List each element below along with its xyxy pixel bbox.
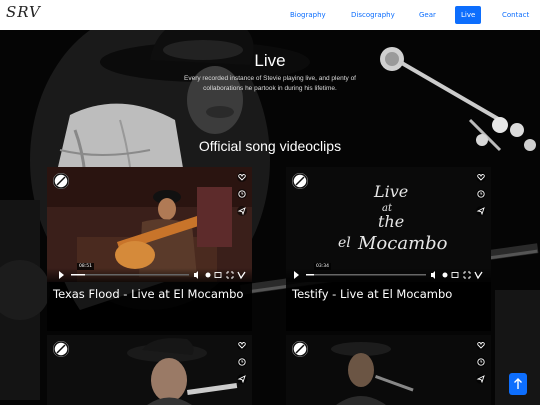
settings-icon[interactable] xyxy=(442,272,448,278)
player-controls xyxy=(47,268,252,282)
vimeo-icon[interactable] xyxy=(474,271,483,280)
video-player[interactable] xyxy=(286,335,491,405)
settings-icon[interactable] xyxy=(205,272,211,278)
video-thumbnail xyxy=(286,335,491,405)
heart-icon[interactable] xyxy=(237,172,247,182)
video-title[interactable]: Texas Flood - Live at El Mocambo xyxy=(53,287,248,303)
share-icon[interactable] xyxy=(476,374,486,384)
clock-icon[interactable] xyxy=(476,189,486,199)
back-to-top-button[interactable] xyxy=(509,373,527,395)
pip-icon[interactable] xyxy=(214,272,222,278)
fullscreen-icon[interactable] xyxy=(226,271,234,279)
clock-icon[interactable] xyxy=(237,357,247,367)
heart-icon[interactable] xyxy=(476,172,486,182)
fullscreen-icon[interactable] xyxy=(463,271,471,279)
svg-text:the: the xyxy=(378,212,404,231)
pip-icon[interactable] xyxy=(451,272,459,278)
clock-icon[interactable] xyxy=(237,189,247,199)
progress-bar[interactable] xyxy=(306,274,426,276)
share-icon[interactable] xyxy=(476,206,486,216)
play-icon[interactable] xyxy=(294,271,299,279)
channel-logo-icon[interactable] xyxy=(292,173,308,189)
volume-icon[interactable] xyxy=(194,271,198,279)
page: SRV Biography Discography Gear Live Cont… xyxy=(0,0,540,405)
svg-text:Mocambo: Mocambo xyxy=(357,233,448,254)
section-title: Official song videoclips xyxy=(198,138,342,154)
share-icon[interactable] xyxy=(237,374,247,384)
brand-logo[interactable]: SRV xyxy=(6,3,41,21)
vimeo-icon[interactable] xyxy=(237,271,246,280)
player-controls xyxy=(286,268,491,282)
nav-link-contact[interactable]: Contact xyxy=(497,6,534,24)
nav-link-gear[interactable]: Gear xyxy=(414,6,441,24)
page-title: Live xyxy=(254,51,286,70)
video-card xyxy=(286,335,491,405)
svg-text:el: el xyxy=(338,235,351,251)
volume-icon[interactable] xyxy=(431,271,435,279)
channel-logo-icon[interactable] xyxy=(53,173,69,189)
video-card: Live at the el Mocambo 03:34 Testify - L… xyxy=(286,167,491,331)
video-player[interactable]: 08:51 xyxy=(47,167,252,282)
share-icon[interactable] xyxy=(237,206,247,216)
nav-link-biography[interactable]: Biography xyxy=(285,6,331,24)
heart-icon[interactable] xyxy=(476,340,486,350)
page-subtitle: Every recorded instance of Stevie playin… xyxy=(184,75,356,93)
clock-icon[interactable] xyxy=(476,357,486,367)
video-thumbnail xyxy=(47,335,252,405)
nav-link-discography[interactable]: Discography xyxy=(346,6,400,24)
video-card xyxy=(47,335,252,405)
heart-icon[interactable] xyxy=(237,340,247,350)
navbar: SRV Biography Discography Gear Live Cont… xyxy=(0,0,540,30)
video-card: 08:51 Texas Flood - Live at El Mocambo xyxy=(47,167,252,331)
progress-bar[interactable] xyxy=(71,274,189,276)
play-icon[interactable] xyxy=(59,271,64,279)
nav-link-live[interactable]: Live xyxy=(455,6,482,24)
video-title[interactable]: Testify - Live at El Mocambo xyxy=(292,287,487,303)
video-player[interactable] xyxy=(47,335,252,405)
video-player[interactable]: Live at the el Mocambo 03:34 xyxy=(286,167,491,282)
channel-logo-icon[interactable] xyxy=(292,341,308,357)
arrow-up-icon xyxy=(514,378,522,389)
channel-logo-icon[interactable] xyxy=(53,341,69,357)
svg-text:Live: Live xyxy=(373,182,408,201)
